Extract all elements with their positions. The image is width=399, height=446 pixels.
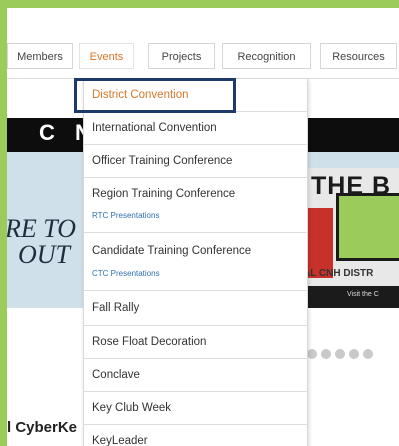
dropdown-item-label: Region Training Conference: [92, 188, 236, 200]
dropdown-item-label: International Convention: [92, 122, 217, 134]
main-nav: Members Events Projects Recognition Reso…: [7, 34, 399, 79]
dropdown-item-international-convention[interactable]: International Convention: [84, 112, 307, 145]
dropdown-item-label: Candidate Training Conference: [92, 245, 252, 257]
ctc-presentations-link[interactable]: CTC Presentations: [92, 269, 160, 278]
dropdown-item-rose-float[interactable]: Rose Float Decoration: [84, 326, 307, 359]
slide-dot[interactable]: [363, 349, 373, 359]
slide-dot[interactable]: [307, 349, 317, 359]
dropdown-item-label: Officer Training Conference: [92, 155, 233, 167]
dropdown-item-keyleader[interactable]: KeyLeader: [84, 425, 307, 446]
slide-dot[interactable]: [335, 349, 345, 359]
events-dropdown: District Convention International Conven…: [83, 78, 308, 446]
banner-left-text: RE TO OUT: [7, 214, 77, 269]
section-heading: l CyberKe: [7, 419, 78, 436]
banner-right-bar: Visit the C: [303, 286, 399, 308]
banner-right-bar-text: Visit the C: [347, 291, 379, 298]
highlight-box: [74, 78, 236, 113]
nav-resources[interactable]: Resources: [320, 43, 397, 69]
green-overlay-box: [336, 193, 399, 261]
dropdown-item-conclave[interactable]: Conclave: [84, 359, 307, 392]
slide-dot[interactable]: [321, 349, 331, 359]
slide-dot[interactable]: [349, 349, 359, 359]
nav-recognition[interactable]: Recognition: [222, 43, 311, 69]
slide-dots: [307, 346, 377, 364]
dropdown-item-label: Key Club Week: [92, 402, 172, 414]
nav-events[interactable]: Events: [79, 43, 134, 69]
dropdown-item-candidate-training[interactable]: Candidate Training Conference CTC Presen…: [84, 233, 307, 291]
dropdown-item-label: Conclave: [92, 369, 140, 381]
dropdown-item-label: Rose Float Decoration: [92, 336, 207, 348]
dropdown-item-key-club-week[interactable]: Key Club Week: [84, 392, 307, 425]
dropdown-item-fall-rally[interactable]: Fall Rally: [84, 291, 307, 326]
nav-projects[interactable]: Projects: [148, 43, 215, 69]
rtc-presentations-link[interactable]: RTC Presentations: [92, 211, 159, 220]
dropdown-item-label: KeyLeader: [92, 435, 148, 446]
banner-right-caption: AL CNH DISTR: [303, 268, 374, 279]
nav-members[interactable]: Members: [7, 43, 73, 69]
dropdown-item-officer-training[interactable]: Officer Training Conference: [84, 145, 307, 178]
dropdown-item-region-training[interactable]: Region Training Conference RTC Presentat…: [84, 178, 307, 233]
dropdown-item-label: Fall Rally: [92, 302, 140, 314]
